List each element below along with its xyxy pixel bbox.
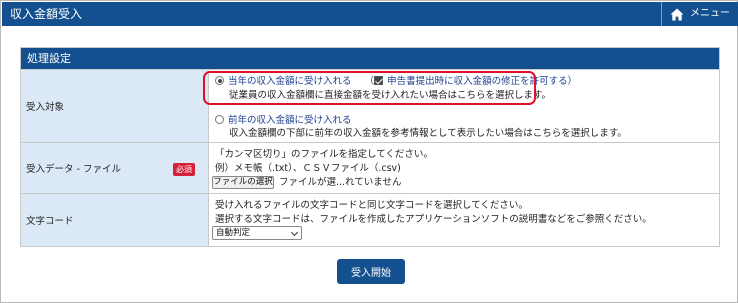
row-content-target: 当年の収入金額に受け入れる （申告書提出時に収入金額の修正を許可する） 従業員の… [215,70,719,142]
option-current-year-description: 従業員の収入金額欄に直接金額を受け入れたい場合はこちらを選択します。 [229,90,552,101]
encoding-select[interactable]: 自動判定 [212,226,302,240]
menu-label: メニュー [690,8,730,19]
option-current-year[interactable]: 当年の収入金額に受け入れる （申告書提出時に収入金額の修正を許可する） [215,76,577,88]
radio-previous-year[interactable] [215,115,224,124]
option-previous-year[interactable]: 前年の収入金額に受け入れる [215,115,352,127]
row-target: 受入対象 当年の収入金額に受け入れる （申告書提出時に収入金額の修正を許可する）… [21,69,719,142]
encoding-selected-value: 自動判定 [216,228,251,238]
checkbox-allow-edit[interactable] [374,76,384,85]
home-icon [670,8,684,20]
option-current-year-label: 当年の収入金額に受け入れる [228,76,352,87]
row-label-encoding: 文字コード [21,194,209,246]
start-import-button[interactable]: 受入開始 [337,259,405,284]
checkbox-allow-edit-label: 申告書提出時に収入金額の修正を許可する [387,76,568,87]
file-instruction: 「カンマ区切り」のファイルを指定してください。 [215,149,433,160]
row-label-target: 受入対象 [21,70,209,142]
menu-button[interactable]: メニュー [661,2,738,26]
window-frame: 収入金額受入 メニュー 処理設定 受入対象 当年の収入金額に受け入れる （申告書… [0,0,738,303]
encoding-instruction-1: 受け入れるファイルの文字コードと同じ文字コードを選択してください。 [215,200,528,211]
page-title: 収入金額受入 [10,7,83,21]
radio-current-year[interactable] [215,76,224,85]
option-previous-year-label: 前年の収入金額に受け入れる [228,115,352,126]
file-status: ファイルが選...れていません [279,177,402,188]
required-badge: 必須 [173,163,195,176]
title-bar: 収入金額受入 メニュー [2,2,738,26]
file-example: 例）メモ帳（.txt）、ＣＳＶファイル（.csv) [215,163,401,174]
panel-title: 処理設定 [21,48,719,69]
settings-panel: 処理設定 受入対象 当年の収入金額に受け入れる （申告書提出時に収入金額の修正を… [20,47,720,247]
row-encoding: 文字コード 受け入れるファイルの文字コードと同じ文字コードを選択してください。 … [21,193,719,246]
option-previous-year-description: 収入金額欄の下部に前年の収入金額を参考情報として表示したい場合はこちらを選択しま… [229,128,627,139]
encoding-instruction-2: 選択する文字コードは、ファイルを作成したアプリケーションソフトの説明書などをご参… [215,214,652,225]
choose-file-button[interactable]: ファイルの選択 [212,176,274,189]
chevron-down-icon [290,228,299,237]
checkbox-allow-edit-wrap[interactable]: （申告書提出時に収入金額の修正を許可する） [365,76,577,87]
